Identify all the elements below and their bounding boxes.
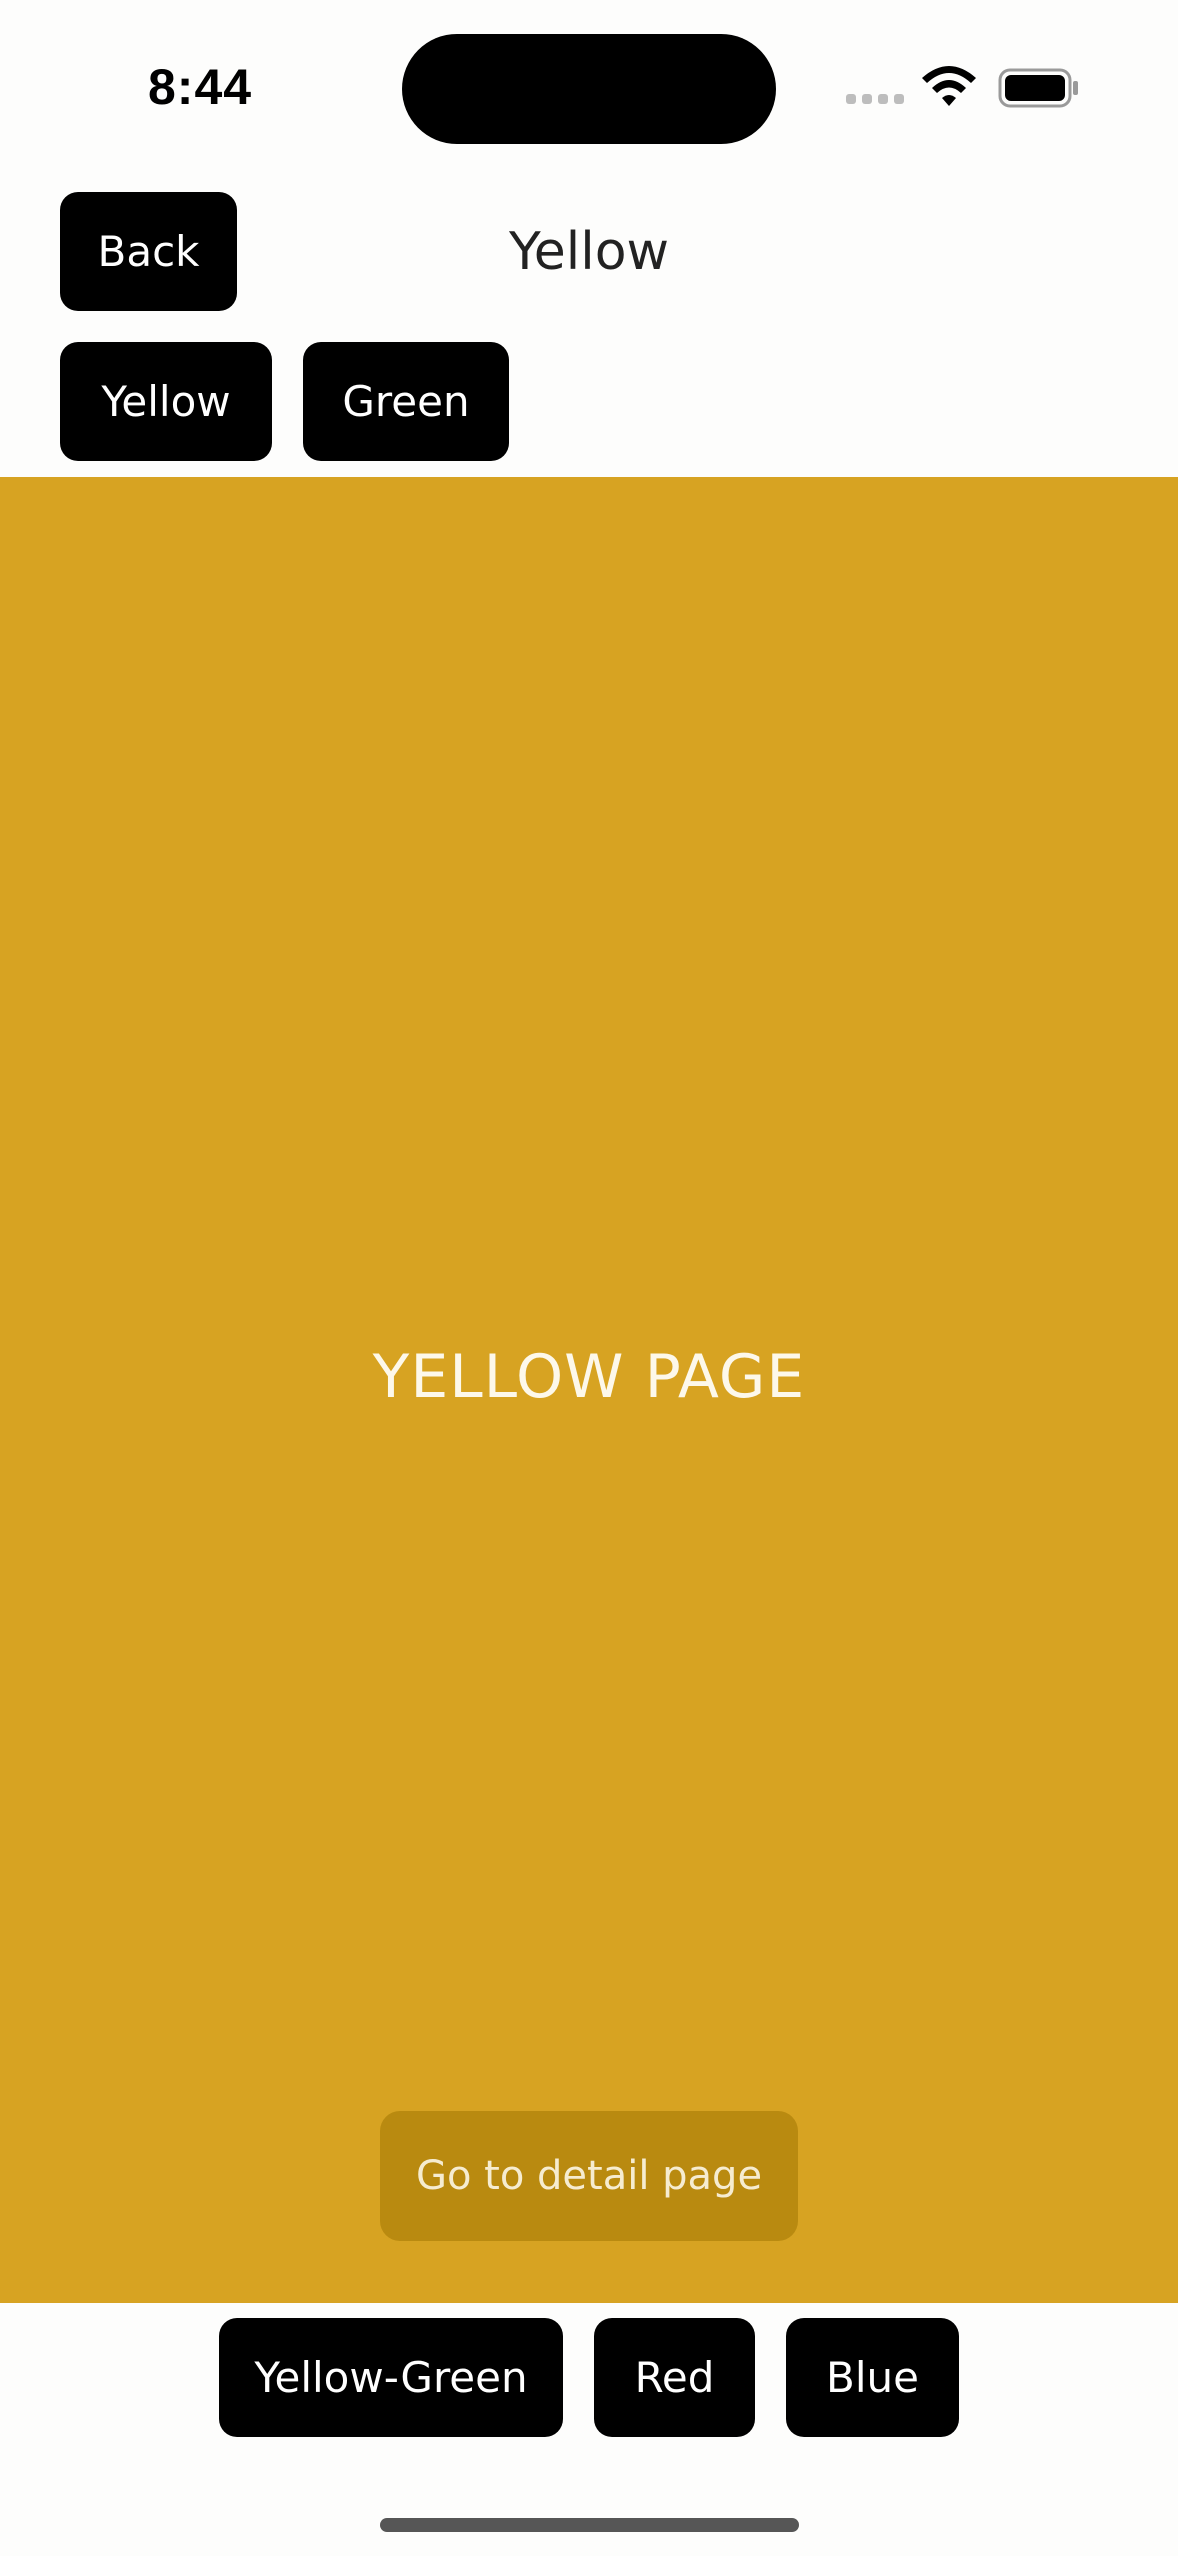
back-button[interactable]: Back [60,192,237,311]
dynamic-island [402,34,776,144]
yellow-green-button[interactable]: Yellow-Green [219,2318,563,2437]
battery-icon [998,68,1078,108]
cellular-signal-icon [846,94,904,106]
home-indicator[interactable] [380,2518,799,2532]
status-time: 8:44 [148,59,253,115]
page-label: YELLOW PAGE [372,1342,806,1412]
wifi-icon [922,66,976,106]
blue-button[interactable]: Blue [786,2318,959,2437]
tab-yellow-button[interactable]: Yellow [60,342,272,461]
tab-green-button[interactable]: Green [303,342,509,461]
status-bar: 8:44 [0,0,1178,170]
red-button[interactable]: Red [594,2318,755,2437]
yellow-page-panel: YELLOW PAGE Go to detail page [0,477,1178,2303]
go-to-detail-button[interactable]: Go to detail page [380,2111,798,2241]
page-title: Yellow [508,222,670,282]
